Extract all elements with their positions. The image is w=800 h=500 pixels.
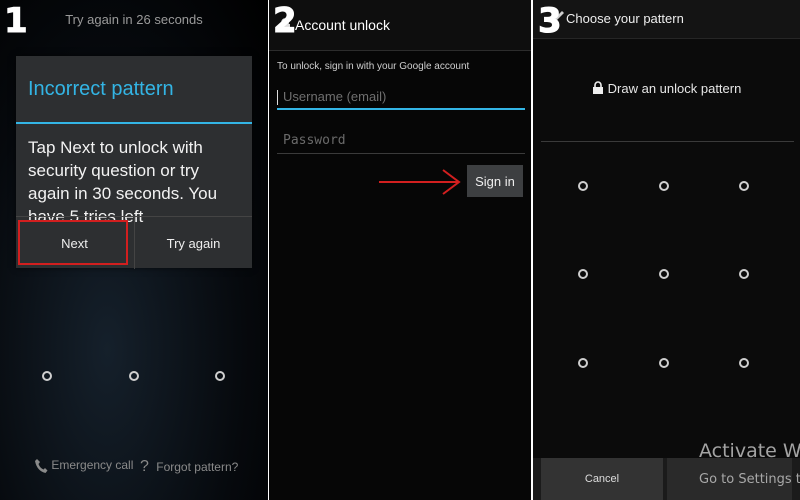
cancel-label: Cancel <box>584 473 620 485</box>
divider <box>541 141 794 142</box>
dialog-title: Incorrect pattern <box>28 78 174 100</box>
action-bar: Account unlock <box>269 0 531 51</box>
highlight-box <box>18 220 128 265</box>
instruction-text: Draw an unlock pattern <box>607 81 742 96</box>
pattern-dot[interactable] <box>578 269 588 279</box>
pattern-dot[interactable] <box>739 269 749 279</box>
username-placeholder: Username (email) <box>283 89 387 104</box>
screen-title: Account unlock <box>295 17 390 33</box>
sign-in-label: Sign in <box>475 173 515 189</box>
forgot-pattern-button[interactable]: ? Forgot pattern? <box>140 458 238 476</box>
pattern-dot[interactable] <box>659 181 669 191</box>
retry-countdown: Try again in 26 seconds <box>65 12 203 27</box>
emergency-call-button[interactable]: Emergency call <box>34 458 133 474</box>
phone-icon <box>35 459 48 473</box>
pattern-instruction: Draw an unlock pattern <box>533 81 800 96</box>
next-button[interactable]: Next <box>16 217 133 269</box>
pattern-dot[interactable] <box>129 371 139 381</box>
incorrect-pattern-screen: 1 Try again in 26 seconds Incorrect patt… <box>0 0 268 500</box>
step-number: 2 <box>273 1 298 41</box>
pattern-dot[interactable] <box>659 358 669 368</box>
username-field[interactable]: Username (email) <box>277 86 525 110</box>
password-field[interactable]: Password <box>277 130 525 154</box>
step-number: 3 <box>538 1 563 41</box>
pattern-dot[interactable] <box>739 181 749 191</box>
pattern-dot[interactable] <box>215 371 225 381</box>
sign-in-hint: To unlock, sign in with your Google acco… <box>277 61 470 72</box>
lock-icon <box>592 81 603 94</box>
sign-in-button[interactable]: Sign in <box>467 165 523 197</box>
try-again-label: Try again <box>166 235 221 251</box>
try-again-button[interactable]: Try again <box>134 217 252 269</box>
incorrect-pattern-dialog: Incorrect pattern Tap Next to unlock wit… <box>16 56 252 269</box>
question-icon: ? <box>140 458 149 475</box>
screen-title: Choose your pattern <box>566 11 684 26</box>
emergency-call-label: Emergency call <box>51 458 134 473</box>
dialog-divider <box>16 122 252 124</box>
action-bar: Choose your pattern <box>533 0 800 39</box>
arrow-right-icon <box>379 169 461 195</box>
activation-watermark-subtitle: Go to Settings t <box>699 472 800 487</box>
activation-watermark-title: Activate Wi <box>699 440 800 462</box>
dialog-message: Tap Next to unlock with security questio… <box>28 138 218 226</box>
pattern-dot[interactable] <box>739 358 749 368</box>
pattern-dot[interactable] <box>578 358 588 368</box>
password-placeholder: Password <box>283 133 346 148</box>
pattern-dot[interactable] <box>42 371 52 381</box>
choose-pattern-screen: Choose your pattern 3 Draw an unlock pat… <box>533 0 800 500</box>
cancel-button[interactable]: Cancel <box>541 458 663 500</box>
account-unlock-screen: Account unlock 2 To unlock, sign in with… <box>269 0 531 500</box>
pattern-dot[interactable] <box>659 269 669 279</box>
dialog-buttons: Next Try again <box>16 216 252 269</box>
forgot-pattern-label: Forgot pattern? <box>156 460 239 474</box>
step-number: 1 <box>4 1 29 41</box>
pattern-dot[interactable] <box>578 181 588 191</box>
text-cursor <box>277 90 278 105</box>
